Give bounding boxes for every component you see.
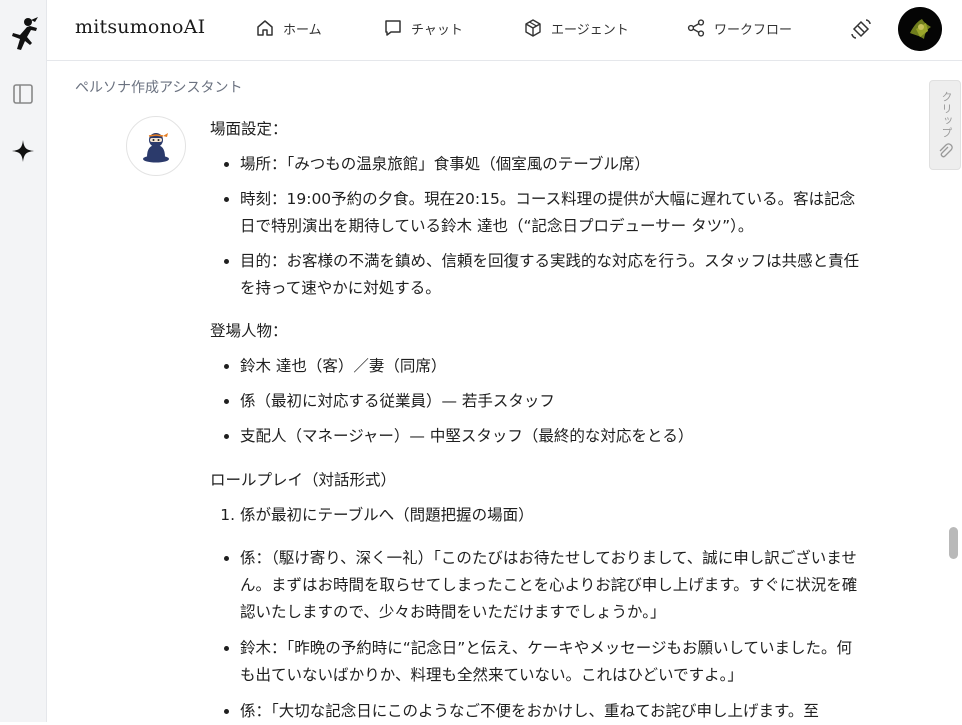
roleplay-steps: 係が最初にテーブルへ（問題把握の場面） [210, 502, 865, 529]
characters-list: 鈴木 達也（客）／妻（同席） 係（最初に対応する従業員）— 若手スタッフ 支配人… [210, 353, 865, 450]
dialogue-line: 鈴木：「昨晩の予約時に“記念日”と伝え、ケーキやメッセージもお願いしていました。… [240, 635, 865, 689]
sparkle-icon[interactable] [0, 139, 46, 163]
dialogue-line: 係：「大切な記念日にこのようなご不便をおかけし、重ねてお詫び申し上げます。至 [240, 698, 865, 725]
nav-home-label: ホーム [283, 22, 322, 38]
left-rail [0, 0, 47, 722]
breadcrumb[interactable]: ペルソナ作成アシスタント [75, 77, 242, 97]
home-icon [257, 20, 273, 36]
characters-heading: 登場人物： [210, 322, 288, 340]
nav-agent[interactable]: エージェント [523, 18, 629, 38]
dialogue-line: 係：（駆け寄り、深く一礼）「このたびはお待たせしておりまして、誠に申し訳ございま… [240, 545, 865, 626]
character-item: 係（最初に対応する従業員）— 若手スタッフ [240, 388, 865, 415]
roleplay-heading: ロールプレイ（対話形式） [210, 471, 397, 489]
clip-tab[interactable]: クリップ [929, 80, 961, 170]
chat-icon [385, 20, 401, 36]
nav-chat-label: チャット [411, 22, 463, 38]
dialogue-list: 係：（駆け寄り、深く一礼）「このたびはお待たせしておりまして、誠に申し訳ございま… [210, 545, 865, 725]
ninja-assistant-icon [143, 133, 169, 163]
scene-list: 場所：「みつもの温泉旅館」食事処（個室風のテーブル席） 時刻：19:00予約の夕… [210, 151, 865, 302]
share-icon [687, 19, 705, 37]
brand-title[interactable]: mitsumonoAI [75, 16, 205, 38]
nav-chat[interactable]: チャット [383, 18, 463, 38]
nav-workflow[interactable]: ワークフロー [686, 18, 792, 38]
scrollbar-thumb[interactable] [949, 527, 958, 559]
cube-icon [525, 19, 541, 37]
character-item: 鈴木 達也（客）／妻（同席） [240, 353, 865, 380]
character-item: 支配人（マネージャー）— 中堅スタッフ（最終的な対応をとる） [240, 423, 865, 450]
ninja-logo-icon[interactable] [0, 16, 46, 52]
paperclip-icon [939, 143, 953, 158]
roleplay-step: 係が最初にテーブルへ（問題把握の場面） [240, 502, 865, 529]
assistant-avatar [126, 116, 186, 176]
user-avatar[interactable] [898, 7, 942, 51]
satellite-icon[interactable] [849, 17, 873, 45]
nav-workflow-label: ワークフロー [714, 22, 793, 38]
sidebar-toggle-icon[interactable] [0, 83, 46, 105]
scene-item: 目的：お客様の不満を鎮め、信頼を回復する実践的な対応を行う。スタッフは共感と責任… [240, 248, 865, 302]
top-header: mitsumonoAI ホーム チャット エージェント ワークフロー [47, 0, 962, 61]
assistant-message: 場面設定： 場所：「みつもの温泉旅館」食事処（個室風のテーブル席） 時刻：19:… [210, 116, 865, 725]
scene-item: 時刻：19:00予約の夕食。現在20:15。コース料理の提供が大幅に遅れている。… [240, 186, 865, 240]
scene-heading: 場面設定： [210, 120, 288, 138]
clip-label: クリップ [940, 91, 953, 139]
nav-home[interactable]: ホーム [255, 18, 322, 38]
scene-item: 場所：「みつもの温泉旅館」食事処（個室風のテーブル席） [240, 151, 865, 178]
nav-agent-label: エージェント [551, 22, 629, 38]
